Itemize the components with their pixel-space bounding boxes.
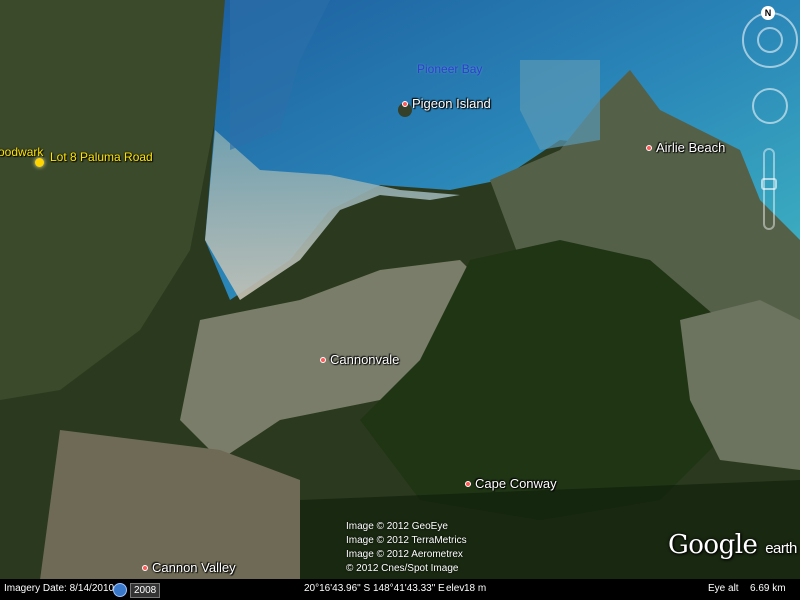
credit-line: Image © 2012 GeoEye xyxy=(346,521,448,532)
logo-word-earth: earth xyxy=(765,540,797,557)
historical-imagery-year[interactable]: 2008 xyxy=(130,583,161,598)
zoom-slider-knob[interactable] xyxy=(761,178,777,190)
place-marker-icon xyxy=(142,564,148,571)
place-airlie-beach[interactable]: Airlie Beach xyxy=(646,140,725,155)
credit-line: Image © 2012 TerraMetrics xyxy=(346,535,467,546)
coordinates: 20°16'43.96" S 148°41'43.33" E xyxy=(304,583,445,594)
elevation-value: 18 m xyxy=(464,583,487,594)
globe-icon[interactable] xyxy=(113,583,127,597)
place-marker-icon xyxy=(402,100,408,107)
place-marker-icon xyxy=(465,480,471,487)
map-view[interactable]: Pioneer Bay Pigeon Island Airlie Beach C… xyxy=(0,0,800,600)
place-cape-conway[interactable]: Cape Conway xyxy=(465,476,557,491)
woodwark-label[interactable]: oodwark xyxy=(0,145,43,159)
place-label: Cannonvale xyxy=(330,352,400,367)
place-marker-icon xyxy=(646,144,652,151)
elevation-label: elev xyxy=(446,583,465,594)
credit-line: Image © 2012 Aerometrex xyxy=(346,549,463,560)
imagery-credits: Image © 2012 GeoEye Image © 2012 TerraMe… xyxy=(346,520,467,576)
placemark-pin-icon[interactable] xyxy=(35,158,44,167)
pioneer-bay-label: Pioneer Bay xyxy=(417,62,483,76)
place-marker-icon xyxy=(320,356,326,363)
status-bar: Imagery Date: 8/14/2010 2008 20°16'43.96… xyxy=(0,579,800,600)
place-cannon-valley[interactable]: Cannon Valley xyxy=(142,560,236,575)
place-label: Cape Conway xyxy=(475,476,557,491)
lot8-placemark-label[interactable]: Lot 8 Paluma Road xyxy=(50,150,153,164)
place-label: Airlie Beach xyxy=(656,140,726,155)
compass-north-icon[interactable]: N xyxy=(761,6,775,20)
look-joystick[interactable] xyxy=(757,27,783,53)
move-joystick[interactable] xyxy=(752,88,788,124)
eye-alt-value: 6.69 km xyxy=(750,583,786,594)
place-label: Pigeon Island xyxy=(412,96,491,111)
place-cannonvale[interactable]: Cannonvale xyxy=(320,352,399,367)
place-label: Cannon Valley xyxy=(152,560,236,575)
credit-line: © 2012 Cnes/Spot Image xyxy=(346,563,459,574)
place-pigeon-island[interactable]: Pigeon Island xyxy=(402,96,491,111)
imagery-date: Imagery Date: 8/14/2010 xyxy=(4,583,115,594)
google-earth-logo: Google earth xyxy=(668,530,797,560)
eye-alt-label: Eye alt xyxy=(708,583,739,594)
logo-word-google: Google xyxy=(668,530,758,560)
satellite-imagery[interactable] xyxy=(0,0,800,600)
